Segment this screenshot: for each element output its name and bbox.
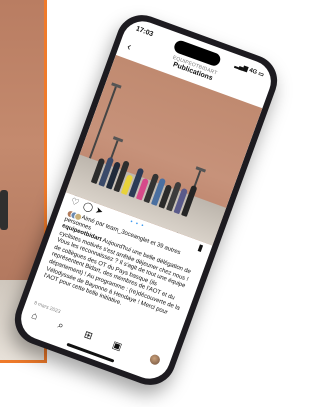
status-time: 17:03 bbox=[134, 25, 154, 39]
background-person bbox=[0, 190, 8, 230]
shop-icon[interactable]: ▣ bbox=[111, 340, 124, 354]
status-signal: ▂▄▆ 4G ▭ bbox=[233, 62, 265, 79]
new-post-icon[interactable]: ⊞ bbox=[82, 329, 94, 342]
heart-icon[interactable]: ♡ bbox=[69, 196, 81, 209]
search-icon[interactable]: ⌕ bbox=[56, 320, 65, 332]
comment-icon[interactable]: ◯ bbox=[81, 200, 95, 214]
home-icon[interactable]: ⌂ bbox=[30, 310, 39, 322]
share-icon[interactable]: ➤ bbox=[94, 205, 105, 218]
phone-screen: 17:03 ▂▄▆ 4G ▭ ‹ EQUIPEOTBIDART Publicat… bbox=[15, 15, 277, 385]
phone-mockup: 17:03 ▂▄▆ 4G ▭ ‹ EQUIPEOTBIDART Publicat… bbox=[7, 7, 285, 393]
profile-icon[interactable] bbox=[148, 353, 162, 367]
